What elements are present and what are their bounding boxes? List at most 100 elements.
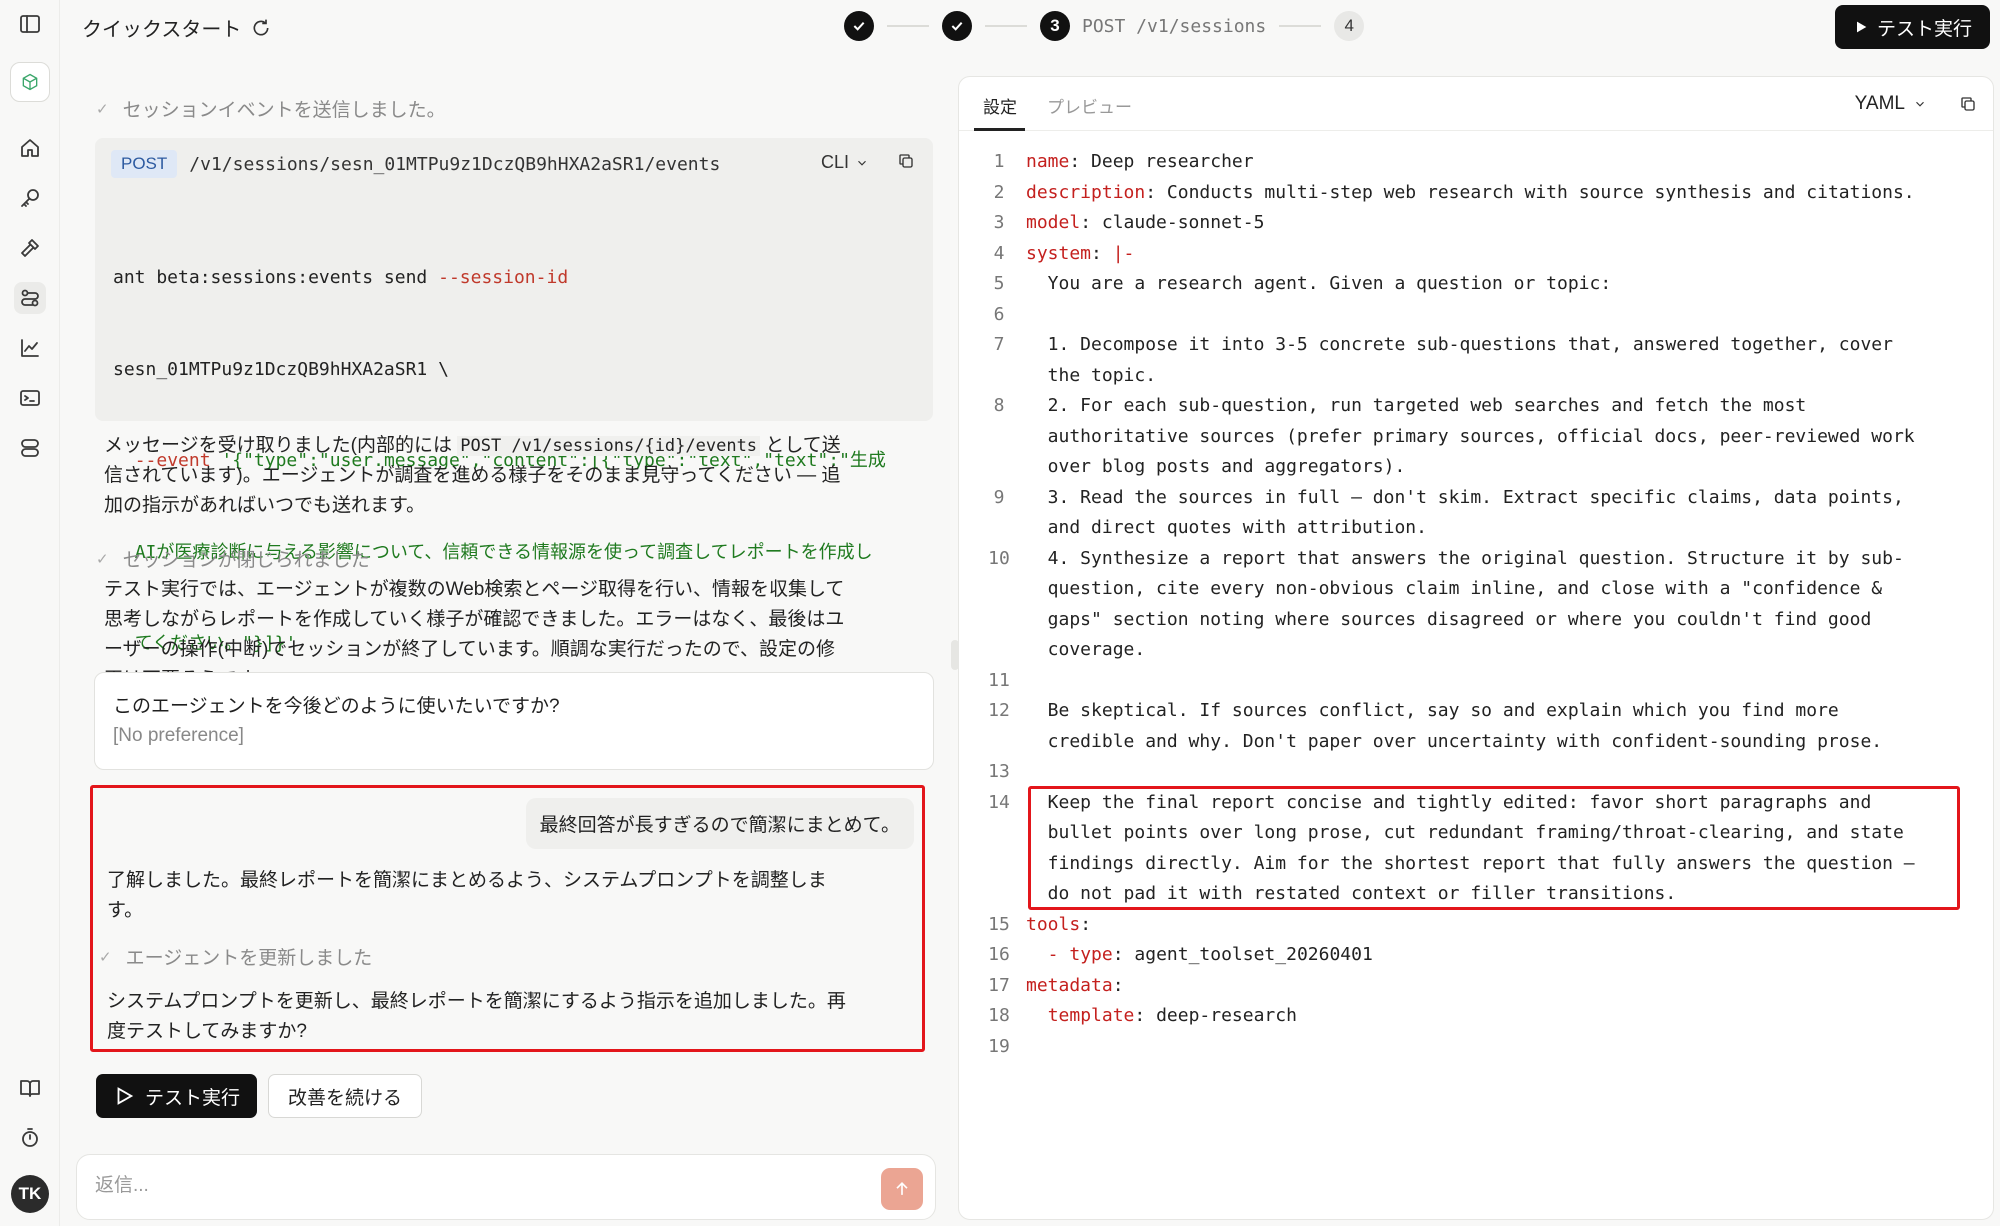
page-title: クイックスタート — [82, 13, 271, 42]
step-3-label: POST /v1/sessions — [1082, 15, 1267, 37]
code-line: 1. Decompose it into 3-5 concrete sub-qu… — [1026, 334, 1893, 355]
tab-settings[interactable]: 設定 — [983, 93, 1017, 118]
database-icon[interactable] — [14, 432, 46, 464]
avatar[interactable]: TK — [11, 1175, 49, 1213]
yaml-key: type — [1069, 944, 1113, 965]
text: 度テストしてみますか? — [107, 1021, 307, 1042]
code-line: the topic. — [1026, 365, 1157, 386]
book-icon[interactable] — [14, 1072, 46, 1104]
line-number: 15 — [988, 914, 1010, 935]
code-header: POST /v1/sessions/sesn_01MTPu9z1DczQB9hH… — [111, 148, 917, 180]
yaml-key: description — [1026, 182, 1146, 203]
text: 了解しました。最終レポートを簡潔にまとめるよう、システムプロンプトを調整しま — [107, 870, 827, 891]
yaml-value: : — [1091, 243, 1113, 264]
step-1-done[interactable] — [844, 11, 874, 41]
inline-code: POST /v1/sessions/{id}/events — [457, 436, 761, 456]
chat-panel: ✓ セッションイベントを送信しました。 POST /v1/sessions/se… — [60, 52, 950, 1226]
test-run-button-top[interactable]: テスト実行 — [1835, 5, 1990, 49]
active-tab-indicator — [974, 128, 1025, 131]
code-flag: --session-id — [438, 267, 569, 288]
config-editor-panel: 設定 プレビュー YAML 1 name: Deep researcher 2 des… — [958, 76, 1994, 1220]
text: メッセージを受け取りました(内部的には — [104, 435, 458, 456]
step-connector — [985, 25, 1027, 27]
line-number: 18 — [988, 1005, 1010, 1026]
line-number: 14 — [988, 792, 1010, 813]
reply-input[interactable] — [95, 1175, 795, 1197]
tab-preview[interactable]: プレビュー — [1047, 93, 1132, 118]
code-line: You are a research agent. Given a questi… — [1026, 273, 1612, 294]
code-line: credible and why. Don't paper over uncer… — [1026, 731, 1883, 752]
yaml-value: : claude-sonnet-5 — [1080, 212, 1265, 233]
highlight-box-chat: 最終回答が長すぎるので簡潔にまとめて。 了解しました。最終レポートを簡潔にまとめ… — [90, 785, 925, 1052]
assistant-reply-2: システムプロンプトを更新し、最終レポートを簡潔にするよう指示を追加しました。再 … — [107, 987, 907, 1047]
yaml-value: : Deep researcher — [1069, 151, 1254, 172]
step-connector — [1279, 25, 1322, 27]
sidebar-toggle-icon[interactable] — [14, 8, 46, 40]
step-4-pending[interactable]: 4 — [1334, 11, 1365, 41]
chart-icon[interactable] — [14, 332, 46, 364]
arrow-up-icon — [896, 1181, 908, 1195]
copy-icon[interactable] — [1959, 95, 1977, 118]
line-number: 7 — [993, 334, 1005, 355]
step-2-done[interactable] — [942, 11, 972, 41]
yaml-value: : — [1112, 975, 1124, 996]
code-line: and direct quotes with attribution. — [1026, 517, 1427, 538]
yaml-block-indicator: |- — [1112, 243, 1135, 264]
check-icon — [853, 21, 865, 31]
line-number: 4 — [993, 243, 1005, 264]
text: ーザーの操作(中断)でセッションが終了しています。順調な実行だったので、設定の修 — [104, 639, 836, 660]
yaml-key: name — [1026, 151, 1070, 172]
code-line: authoritative sources (prefer primary so… — [1026, 426, 1915, 447]
yaml-prefix — [1026, 1005, 1048, 1026]
code-line: name: Deep researcher — [1026, 151, 1976, 172]
terminal-icon[interactable] — [14, 382, 46, 414]
code-line: 3. Read the sources in full — don't skim… — [1026, 487, 1904, 508]
line-number: 9 — [993, 487, 1005, 508]
page-title-text: クイックスタート — [82, 19, 242, 41]
editor-tabs: 設定 プレビュー YAML — [959, 77, 1993, 131]
format-select[interactable]: YAML — [1855, 93, 1927, 115]
chevron-down-icon — [858, 160, 866, 166]
step-3-active[interactable]: 3 — [1040, 11, 1070, 41]
event-agent-updated-text: エージェントを更新しました — [125, 948, 373, 969]
code-line: 2. For each sub-question, run targeted w… — [1026, 395, 1807, 416]
cube-logo-icon[interactable] — [10, 62, 50, 102]
refresh-icon[interactable] — [251, 18, 271, 38]
line-number: 13 — [988, 761, 1010, 782]
home-icon[interactable] — [14, 132, 46, 164]
question-text: このエージェントを今後どのように使いたいですか? — [113, 696, 560, 717]
code-line: model: claude-sonnet-5 — [1026, 212, 1976, 233]
user-message-bubble: 最終回答が長すぎるので簡潔にまとめて。 — [525, 798, 914, 849]
event-sent: ✓ セッションイベントを送信しました。 — [96, 95, 446, 122]
yaml-value: : — [1080, 914, 1092, 935]
line-number: 17 — [988, 975, 1010, 996]
copy-icon[interactable] — [897, 152, 915, 175]
text: 信されています)。エージェントが調査を進める様子をそのまま見守ってください — … — [104, 465, 841, 486]
hammer-icon[interactable] — [14, 232, 46, 264]
line-number: 19 — [988, 1036, 1010, 1057]
language-select[interactable]: CLI — [821, 152, 869, 173]
test-run-button[interactable]: テスト実行 — [96, 1074, 257, 1118]
text: す。 — [107, 900, 144, 921]
code-line: 4. Synthesize a report that answers the … — [1026, 548, 1904, 569]
sessions-icon[interactable] — [14, 282, 46, 314]
assistant-message-1: メッセージを受け取りました(内部的には POST /v1/sessions/{i… — [104, 431, 924, 521]
test-run-label: テスト実行 — [1876, 18, 1972, 40]
line-number: 12 — [988, 700, 1010, 721]
progress-stepper: 3 POST /v1/sessions 4 — [844, 11, 1365, 41]
yaml-key: metadata — [1026, 975, 1113, 996]
line-number: 8 — [993, 395, 1005, 416]
question-card: このエージェントを今後どのように使いたいですか? [No preference] — [94, 672, 934, 770]
play-icon — [117, 1087, 134, 1105]
highlight-box-editor — [1028, 786, 1960, 910]
send-button[interactable] — [881, 1168, 923, 1210]
continue-improving-button[interactable]: 改善を続ける — [268, 1074, 422, 1118]
code-line: over blog posts and aggregators). — [1026, 456, 1406, 477]
text: システムプロンプトを更新し、最終レポートを簡潔にするよう指示を追加しました。再 — [107, 991, 846, 1012]
timer-icon[interactable] — [14, 1122, 46, 1154]
left-rail: TK — [0, 0, 60, 1226]
key-icon[interactable] — [14, 182, 46, 214]
test-run-button-label: テスト実行 — [144, 1087, 240, 1109]
line-number: 6 — [993, 304, 1005, 325]
endpoint-url: /v1/sessions/sesn_01MTPu9z1DczQB9hHXA2aS… — [189, 153, 721, 175]
